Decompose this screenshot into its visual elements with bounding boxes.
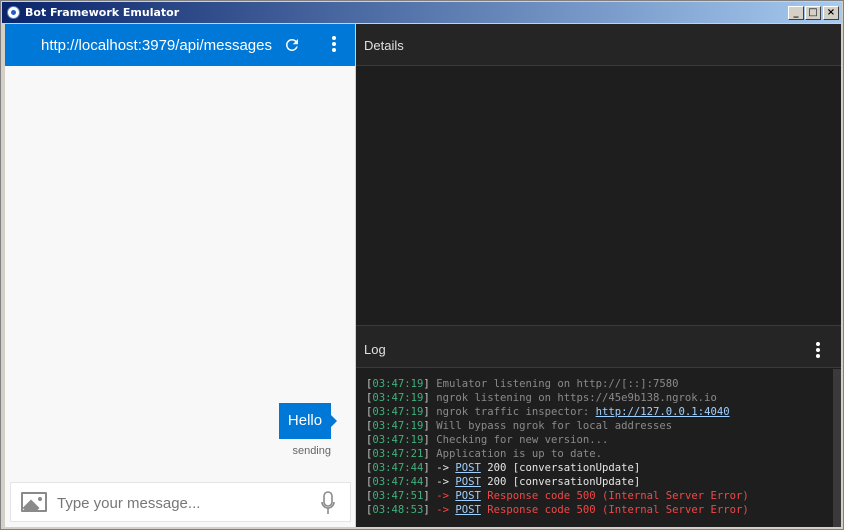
log-timestamp[interactable]: 03:47:21 [372, 448, 423, 460]
more-vertical-icon[interactable] [325, 36, 343, 54]
chat-header: http://localhost:3979/api/messages [5, 24, 355, 66]
log-line: [03:47:19] Emulator listening on http://… [366, 377, 832, 391]
log-message: -> [436, 490, 456, 502]
message-input-bar [10, 482, 351, 522]
log-line: [03:47:21] Application is up to date. [366, 447, 832, 461]
message-input[interactable] [57, 491, 297, 515]
title-bar[interactable]: Bot Framework Emulator _ □ × [2, 2, 842, 23]
log-message: -> [436, 462, 456, 474]
log-header: Log [356, 325, 841, 368]
log-menu-icon[interactable] [813, 342, 823, 360]
log-message: 200 [conversationUpdate] [480, 476, 641, 488]
app-icon [7, 6, 20, 19]
log-message: Response code 500 (Internal Server Error… [480, 490, 749, 502]
log-post-link[interactable]: POST [455, 490, 481, 502]
log-bracket: ] [423, 448, 437, 460]
details-title: Details [364, 38, 404, 53]
log-link[interactable]: http://127.0.0.1:4040 [596, 406, 730, 418]
maximize-button[interactable]: □ [805, 6, 821, 20]
log-timestamp[interactable]: 03:47:51 [372, 490, 423, 502]
endpoint-url[interactable]: http://localhost:3979/api/messages [41, 37, 272, 54]
log-timestamp[interactable]: 03:47:44 [372, 462, 423, 474]
log-bracket: ] [423, 392, 437, 404]
log-bracket: ] [423, 462, 437, 474]
log-line: [03:47:51] -> POST Response code 500 (In… [366, 489, 832, 503]
microphone-icon[interactable] [321, 491, 335, 515]
log-bracket: ] [423, 420, 437, 432]
log-line: [03:47:44] -> POST 200 [conversationUpda… [366, 461, 832, 475]
log-body: [03:47:19] Emulator listening on http://… [356, 369, 832, 525]
log-message: ngrok listening on https://45e9b138.ngro… [436, 392, 717, 404]
log-timestamp[interactable]: 03:47:19 [372, 392, 423, 404]
emulator-window: Bot Framework Emulator _ □ × http://loca… [0, 0, 844, 530]
close-button[interactable]: × [823, 6, 839, 20]
log-timestamp[interactable]: 03:47:44 [372, 476, 423, 488]
log-post-link[interactable]: POST [455, 504, 481, 516]
log-line: [03:47:19] ngrok traffic inspector: http… [366, 405, 832, 419]
log-line: [03:47:19] Checking for new version... [366, 433, 832, 447]
chat-panel: http://localhost:3979/api/messages Hello… [5, 24, 355, 527]
log-message: Checking for new version... [436, 434, 609, 446]
log-timestamp[interactable]: 03:48:53 [372, 504, 423, 516]
log-line: [03:47:19] ngrok listening on https://45… [366, 391, 832, 405]
details-header: Details [356, 24, 841, 66]
log-title: Log [364, 342, 386, 357]
log-message: Will bypass ngrok for local addresses [436, 420, 673, 432]
image-icon[interactable] [21, 492, 47, 512]
log-message: -> [436, 504, 456, 516]
details-panel: Details [356, 24, 841, 325]
log-timestamp[interactable]: 03:47:19 [372, 420, 423, 432]
log-line: [03:47:19] Will bypass ngrok for local a… [366, 419, 832, 433]
log-bracket: ] [423, 434, 437, 446]
log-bracket: ] [423, 504, 437, 516]
log-timestamp[interactable]: 03:47:19 [372, 434, 423, 446]
log-line: [03:47:44] -> POST 200 [conversationUpda… [366, 475, 832, 489]
log-post-link[interactable]: POST [455, 476, 481, 488]
log-post-link[interactable]: POST [455, 462, 481, 474]
log-message: ngrok traffic inspector: [436, 406, 596, 418]
log-line: [03:48:53] -> POST Response code 500 (In… [366, 503, 832, 517]
log-message: -> [436, 476, 456, 488]
minimize-button[interactable]: _ [788, 6, 804, 20]
log-message: 200 [conversationUpdate] [480, 462, 641, 474]
log-bracket: ] [423, 476, 437, 488]
log-message: Emulator listening on http://[::]:7580 [436, 378, 679, 390]
log-scrollbar[interactable] [833, 369, 841, 527]
message-status: sending [292, 445, 331, 457]
log-bracket: ] [423, 406, 437, 418]
log-message: Application is up to date. [436, 448, 603, 460]
refresh-icon[interactable] [283, 36, 301, 54]
log-message: Response code 500 (Internal Server Error… [480, 504, 749, 516]
log-timestamp[interactable]: 03:47:19 [372, 378, 423, 390]
window-title: Bot Framework Emulator [25, 6, 180, 19]
log-timestamp[interactable]: 03:47:19 [372, 406, 423, 418]
log-bracket: ] [423, 490, 437, 502]
log-panel: Log [03:47:19] Emulator listening on htt… [356, 325, 841, 527]
message-bubble[interactable]: Hello [279, 403, 337, 439]
log-bracket: ] [423, 378, 437, 390]
